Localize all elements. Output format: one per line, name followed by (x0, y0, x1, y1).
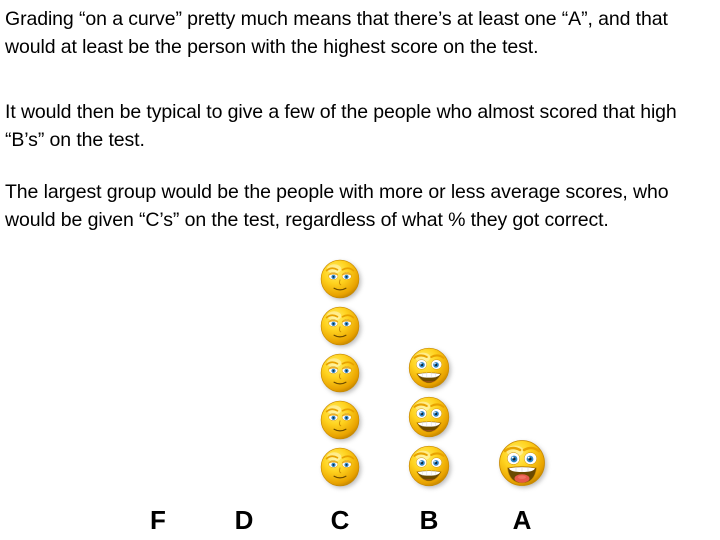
face-stack-b (383, 346, 475, 488)
smiley-face-icon (319, 399, 361, 441)
paragraph-b-grades: It would then be typical to give a few o… (5, 101, 677, 151)
slide-canvas: Grading “on a curve” pretty much means t… (0, 0, 720, 540)
chart-column-b: B (383, 255, 475, 540)
paragraph-grading-on-a-curve: Grading “on a curve” pretty much means t… (5, 8, 668, 58)
smiley-face-icon (407, 395, 451, 439)
face-stack-c (294, 258, 386, 488)
smiley-face-icon (319, 305, 361, 347)
axis-label-d: D (234, 505, 254, 535)
chart-column-a: A (476, 255, 568, 540)
paragraph-c-grades: The largest group would be the people wi… (5, 181, 669, 231)
smiley-face-icon (319, 258, 361, 300)
smiley-face-icon (407, 444, 451, 488)
axis-label-a: A (512, 505, 532, 535)
axis-label-b: B (419, 505, 439, 535)
smiley-face-icon (497, 438, 547, 488)
grade-distribution-pictogram-chart: F D C B A (0, 255, 720, 540)
smiley-face-icon (319, 446, 361, 488)
axis-label-f: F (150, 505, 166, 535)
face-stack-a (476, 438, 568, 488)
chart-column-f: F (112, 255, 204, 540)
smiley-face-icon (319, 352, 361, 394)
chart-column-c: C (294, 255, 386, 540)
axis-label-c: C (330, 505, 350, 535)
smiley-face-icon (407, 346, 451, 390)
chart-column-d: D (198, 255, 290, 540)
